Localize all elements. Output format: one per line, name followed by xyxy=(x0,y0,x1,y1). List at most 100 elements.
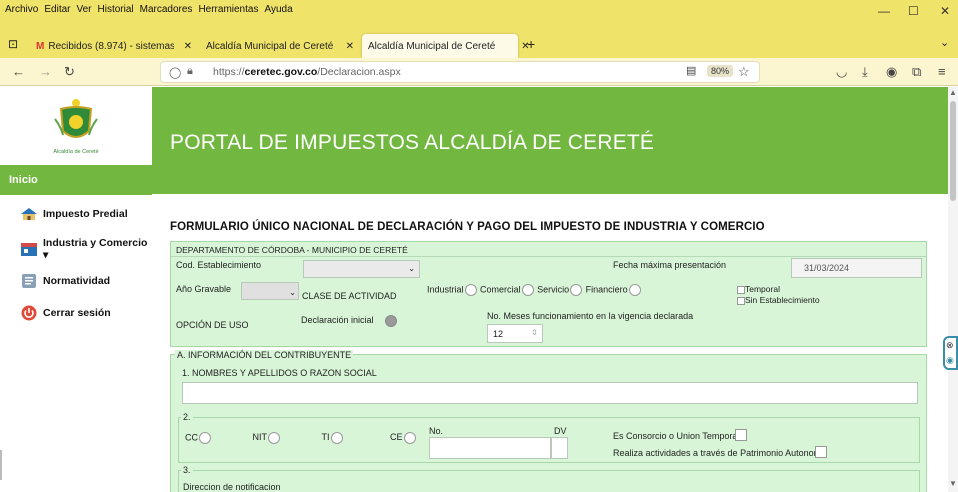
section-departamento: DEPARTAMENTO DE CÓRDOBA - MUNICIPIO DE C… xyxy=(170,241,927,347)
radio-declaracion-inicial[interactable] xyxy=(385,315,397,327)
radio-nit[interactable] xyxy=(268,432,281,444)
page-scrollbar[interactable]: ▲ ▼ xyxy=(948,87,958,492)
close-tab-icon[interactable]: ✕ xyxy=(346,41,354,52)
cod-establecimiento-select[interactable]: ⌄ xyxy=(303,260,420,278)
sidebar-item-cerrar-sesion[interactable]: Cerrar sesión xyxy=(20,305,111,321)
menu-historial[interactable]: Historial xyxy=(98,4,134,15)
zoom-level[interactable]: 80% xyxy=(707,65,734,77)
sidebar-item-label: Cerrar sesión xyxy=(43,307,111,319)
radio-label: TI xyxy=(321,432,330,443)
dv-input[interactable] xyxy=(551,437,568,459)
radio-financiero[interactable] xyxy=(628,284,641,296)
nombres-input[interactable] xyxy=(182,382,918,404)
url-bar[interactable]: ◯ 🔒︎ https://ceretec.gov.co/Declaracion.… xyxy=(160,61,760,83)
minimize-icon[interactable]: — xyxy=(878,4,890,18)
divider xyxy=(171,256,926,257)
radio-cc[interactable] xyxy=(199,432,211,444)
url-host: ceretec.gov.co xyxy=(244,66,318,78)
radio-label: NIT xyxy=(252,432,268,443)
radio-comercial[interactable] xyxy=(521,284,534,296)
menu-marcadores[interactable]: Marcadores xyxy=(140,4,193,15)
menu-herramientas[interactable]: Herramientas xyxy=(198,4,258,15)
chevron-down-icon: ⌄ xyxy=(408,264,415,273)
lock-icon[interactable]: 🔒︎ xyxy=(187,65,193,78)
document-number-input[interactable] xyxy=(429,437,551,459)
radio-servicio[interactable] xyxy=(570,284,583,296)
url-prefix: https:// xyxy=(213,66,245,78)
direccion-label: Direccion de notificacion xyxy=(183,482,281,492)
new-tab-icon[interactable]: + xyxy=(527,36,535,52)
house-icon xyxy=(20,206,38,222)
radio-label: Financiero xyxy=(585,284,628,295)
anio-gravable-select[interactable]: ⌄ xyxy=(241,282,299,300)
radio-ti[interactable] xyxy=(330,432,343,444)
menu-bar: Archivo Editar Ver Historial Marcadores … xyxy=(0,0,958,30)
consorcio-checkbox[interactable] xyxy=(735,429,747,441)
nombres-label: 1. NOMBRES Y APELLIDOS O RAZON SOCIAL xyxy=(182,368,377,378)
patrimonio-label: Realiza actividades a través de Patrimon… xyxy=(613,448,827,458)
back-icon[interactable]: ← xyxy=(12,64,25,79)
menu-editar[interactable]: Editar xyxy=(44,4,70,15)
reader-view-icon[interactable]: ▤ xyxy=(686,64,696,77)
meses-stepper[interactable]: 12 ⇳ xyxy=(487,324,543,343)
sidebar-item-normatividad[interactable]: Normatividad xyxy=(20,273,110,289)
radio-label: Industrial xyxy=(427,284,464,295)
patrimonio-checkbox[interactable] xyxy=(815,446,827,458)
menu-hamburger-icon[interactable]: ≡ xyxy=(938,64,946,79)
forward-icon[interactable]: → xyxy=(39,64,52,79)
no-label: No. xyxy=(429,426,444,436)
fecha-field[interactable]: 31/03/2024 xyxy=(791,258,922,278)
sidebar: Alcaldía de Cereté Inicio Impuesto Predi… xyxy=(0,87,152,492)
sidebar-item-industria-comercio[interactable]: Industria y Comercio ▾ xyxy=(20,237,152,261)
anio-gravable-label: Año Gravable xyxy=(176,284,232,294)
tab-alcaldia-active[interactable]: Alcaldía Municipal de Cereté ✕ xyxy=(362,34,530,58)
power-icon xyxy=(20,305,38,321)
temporal-checkbox[interactable] xyxy=(737,285,745,294)
menu-ver[interactable]: Ver xyxy=(76,4,91,15)
reload-icon[interactable]: ↻ xyxy=(64,64,75,80)
radio-industrial[interactable] xyxy=(464,284,477,296)
chevron-down-icon[interactable]: ⌄ xyxy=(940,36,949,49)
account-icon[interactable]: ◉ xyxy=(886,64,897,80)
close-tab-icon[interactable]: ✕ xyxy=(184,41,192,52)
close-icon[interactable]: ⊗ xyxy=(946,340,954,351)
tab-gmail[interactable]: M Recibidos (8.974) - sistemas@c ✕ xyxy=(30,34,198,58)
tab-list-icon[interactable]: ⊡ xyxy=(8,37,18,51)
tab-alcaldia-cam[interactable]: Alcaldía Municipal de Cereté - Cam ✕ xyxy=(200,34,360,58)
radio-ce[interactable] xyxy=(403,432,416,444)
sidebar-item-inicio[interactable]: Inicio xyxy=(0,165,152,195)
logo-caption: Alcaldía de Cereté xyxy=(53,149,99,155)
pocket-icon[interactable]: ◡ xyxy=(836,64,847,80)
menu-archivo[interactable]: Archivo xyxy=(5,4,38,15)
opcion-uso-label: OPCIÓN DE USO xyxy=(176,320,249,330)
close-window-icon[interactable]: ✕ xyxy=(940,4,950,18)
floating-widget[interactable]: ⊗ ◉ xyxy=(943,336,958,370)
scrollbar-thumb[interactable] xyxy=(950,101,956,201)
radio-label: CC xyxy=(185,432,198,443)
chevron-down-icon: ⌄ xyxy=(289,288,296,297)
url-path: /Declaracion.aspx xyxy=(317,66,401,78)
sin-establecimiento-checkbox[interactable] xyxy=(737,296,745,305)
clase-actividad-label: CLASE DE ACTIVIDAD xyxy=(302,291,397,301)
sidebar-item-label: Impuesto Predial xyxy=(43,208,128,220)
group-2-label: 2. xyxy=(181,412,193,422)
group-2: 2. CC NIT TI CE No. DV Es Consorcio o Un… xyxy=(178,412,920,463)
extensions-icon[interactable]: ⧉ xyxy=(912,64,921,80)
meses-value: 12 xyxy=(493,329,504,339)
scroll-down-icon[interactable]: ▼ xyxy=(949,479,957,488)
gmail-icon: M xyxy=(36,40,45,52)
temporal-label: Temporal xyxy=(745,284,780,294)
shield-icon[interactable]: ◯ xyxy=(169,66,181,79)
maximize-icon[interactable]: ☐ xyxy=(908,4,919,18)
accessibility-icon[interactable]: ◉ xyxy=(946,355,954,366)
sidebar-item-impuesto-predial[interactable]: Impuesto Predial xyxy=(20,206,128,222)
logo[interactable]: Alcaldía de Cereté xyxy=(0,87,152,165)
menu-ayuda[interactable]: Ayuda xyxy=(264,4,292,15)
scroll-up-icon[interactable]: ▲ xyxy=(949,88,957,97)
divider xyxy=(0,450,2,480)
sidebar-item-label: Normatividad xyxy=(43,275,111,287)
download-icon[interactable]: ⤓ xyxy=(862,64,868,80)
stepper-arrows-icon[interactable]: ⇳ xyxy=(531,328,538,337)
navigation-bar: ← → ↻ ◯ 🔒︎ https://ceretec.gov.co/Declar… xyxy=(0,58,958,86)
bookmark-star-icon[interactable]: ☆ xyxy=(738,64,750,80)
